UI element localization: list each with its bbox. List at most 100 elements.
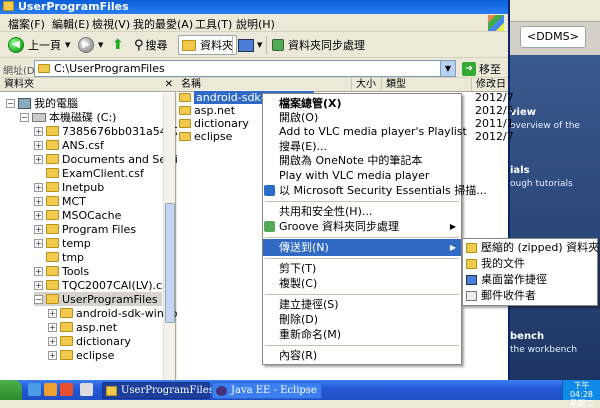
tree-item[interactable]: + ANS.csf [34, 138, 104, 152]
mail-icon [466, 291, 477, 301]
folder-icon [46, 182, 59, 192]
system-tray-clock[interactable]: 下午 04:28 星期二 [562, 380, 600, 408]
column-name[interactable]: 名稱 [177, 78, 352, 92]
go-button[interactable]: ➜ 移至 [462, 60, 501, 77]
menu-favorites[interactable]: 我的最愛(A) [133, 16, 193, 32]
expand-icon[interactable]: + [48, 322, 57, 332]
views-button[interactable]: ▼ [238, 35, 262, 55]
tree-item[interactable]: + eclipse [48, 348, 114, 362]
quicklaunch-icon[interactable] [44, 383, 57, 396]
tree-item[interactable]: + MSOCache [34, 208, 121, 222]
menu-item-my-documents[interactable]: 我的文件 [463, 256, 597, 272]
taskbar-item-eclipse[interactable]: Java EE - Eclipse [212, 382, 322, 399]
menu-item-copy[interactable]: 複製(C) [263, 275, 461, 292]
expand-icon[interactable]: + [34, 140, 43, 150]
ddms-perspective-button[interactable]: <DDMS> [520, 26, 586, 48]
menu-view[interactable]: 檢視(V) [92, 16, 130, 32]
menu-edit[interactable]: 編輯(E) [52, 16, 90, 32]
welcome-heading: ials [510, 165, 530, 176]
menu-item-label: 郵件收件者 [481, 289, 536, 302]
expand-icon[interactable]: + [48, 336, 57, 346]
tree-item-my-computer[interactable]: − 我的電腦 [6, 96, 78, 110]
menu-item-label: Groove 資料夾同步處理 [279, 220, 400, 233]
folder-icon [46, 168, 59, 178]
tree-item[interactable]: + Program Files [34, 222, 136, 236]
menu-item-groove-sync[interactable]: Groove 資料夾同步處理 ▶ [263, 218, 461, 235]
column-size[interactable]: 大小 [352, 78, 382, 92]
scrollbar-thumb[interactable] [165, 203, 175, 323]
folder-icon [60, 350, 73, 360]
tree-item[interactable]: + Tools [34, 264, 89, 278]
collapse-icon[interactable]: − [34, 294, 43, 304]
tree-item[interactable]: tmp [46, 250, 84, 264]
firefox-icon[interactable] [60, 383, 73, 396]
search-button[interactable]: ⚲ 搜尋 [134, 35, 168, 55]
column-type[interactable]: 類型 [382, 78, 472, 92]
expand-icon[interactable]: + [34, 266, 43, 276]
tree-item[interactable]: ExamClient.csf [46, 166, 144, 180]
title-bar[interactable]: UserProgramFiles [0, 0, 508, 14]
menu-item-compressed-folder[interactable]: 壓縮的 (zipped) 資料夾 [463, 240, 599, 256]
dropdown-arrow-icon[interactable]: ▼ [257, 41, 262, 49]
expand-icon[interactable]: + [48, 350, 57, 360]
expand-icon[interactable]: + [34, 182, 43, 192]
tree-item[interactable]: + dictionary [48, 334, 131, 348]
tree-item-drive-c[interactable]: − 本機磁碟 (C:) [20, 110, 116, 124]
desktop-icon [466, 275, 477, 285]
menu-separator [265, 258, 459, 259]
folder-sync-button[interactable]: 資料夾同步處理 [272, 35, 365, 55]
dropdown-arrow-icon[interactable]: ▼ [65, 41, 70, 49]
forward-button[interactable]: ▶ ▼ [78, 35, 103, 55]
tree-item-label: Program Files [62, 222, 137, 236]
expand-icon[interactable]: + [34, 196, 43, 206]
tree-item[interactable]: + asp.net [48, 320, 117, 334]
eclipse-icon [216, 386, 227, 396]
menu-item-desktop-shortcut[interactable]: 桌面當作捷徑 [463, 272, 597, 288]
menu-tools[interactable]: 工具(T) [195, 16, 232, 32]
toolbar: ◀ 上一頁 ▼ ▶ ▼ ⬆ ⚲ 搜尋 資料夾 ▼ 資料夾同步處理 [0, 32, 508, 58]
show-desktop-icon[interactable] [28, 383, 41, 396]
menu-help[interactable]: 說明(H) [236, 16, 275, 32]
menu-item-properties[interactable]: 內容(R) [263, 347, 461, 364]
menu-file[interactable]: 檔案(F) [8, 16, 45, 32]
tree-item[interactable]: + MCT [34, 194, 86, 208]
collapse-icon[interactable]: − [20, 112, 29, 122]
address-input[interactable]: C:\UserProgramFiles ▼ [34, 60, 456, 77]
taskbar-item-explorer[interactable]: UserProgramFiles [102, 382, 214, 399]
collapse-icon[interactable]: − [6, 98, 15, 108]
eclipse-toolbar [508, 0, 600, 22]
up-button[interactable]: ⬆ [112, 35, 124, 55]
tree-item[interactable]: + Inetpub [34, 180, 104, 194]
expand-icon[interactable]: + [48, 308, 57, 318]
menu-item-mse-scan[interactable]: 以 Microsoft Security Essentials 掃描... [263, 182, 487, 199]
close-icon[interactable]: ✕ [165, 79, 173, 90]
back-button[interactable]: ◀ 上一頁 ▼ [8, 35, 70, 55]
folder-icon [182, 39, 196, 51]
start-button[interactable] [0, 380, 22, 400]
expand-icon[interactable]: + [34, 210, 43, 220]
expand-icon[interactable]: + [34, 224, 43, 234]
expand-icon[interactable]: + [34, 238, 43, 248]
column-date[interactable]: 修改日 [472, 78, 508, 92]
menu-item-rename[interactable]: 重新命名(M) [263, 326, 461, 343]
folder-icon [46, 154, 59, 164]
tree-item[interactable]: + TQC2007CAI(LV).csf [34, 278, 172, 292]
tree-item[interactable]: + temp [34, 236, 91, 250]
quicklaunch-icon[interactable] [80, 383, 93, 396]
tree-item-label: eclipse [76, 348, 115, 362]
expand-icon[interactable]: + [34, 154, 43, 164]
tree-item-userprogramfiles[interactable]: − UserProgramFiles [34, 292, 162, 306]
search-icon: ⚲ [134, 37, 144, 53]
tree-item-label: Inetpub [62, 180, 105, 194]
chevron-down-icon[interactable]: ▼ [440, 61, 455, 76]
folders-button[interactable]: 資料夾 [178, 35, 237, 55]
file-name-label: dictionary [194, 117, 249, 130]
tree-item-label: 本機磁碟 (C:) [49, 111, 117, 124]
expand-icon[interactable]: + [34, 126, 43, 136]
expand-icon[interactable]: + [34, 280, 43, 290]
tree-scrollbar[interactable] [163, 93, 175, 380]
dropdown-arrow-icon[interactable]: ▼ [98, 41, 103, 49]
menu-item-send-to[interactable]: 傳送到(N) ▶ [263, 239, 461, 256]
folder-icon [60, 308, 73, 318]
menu-item-mail-recipient[interactable]: 郵件收件者 [463, 288, 597, 304]
